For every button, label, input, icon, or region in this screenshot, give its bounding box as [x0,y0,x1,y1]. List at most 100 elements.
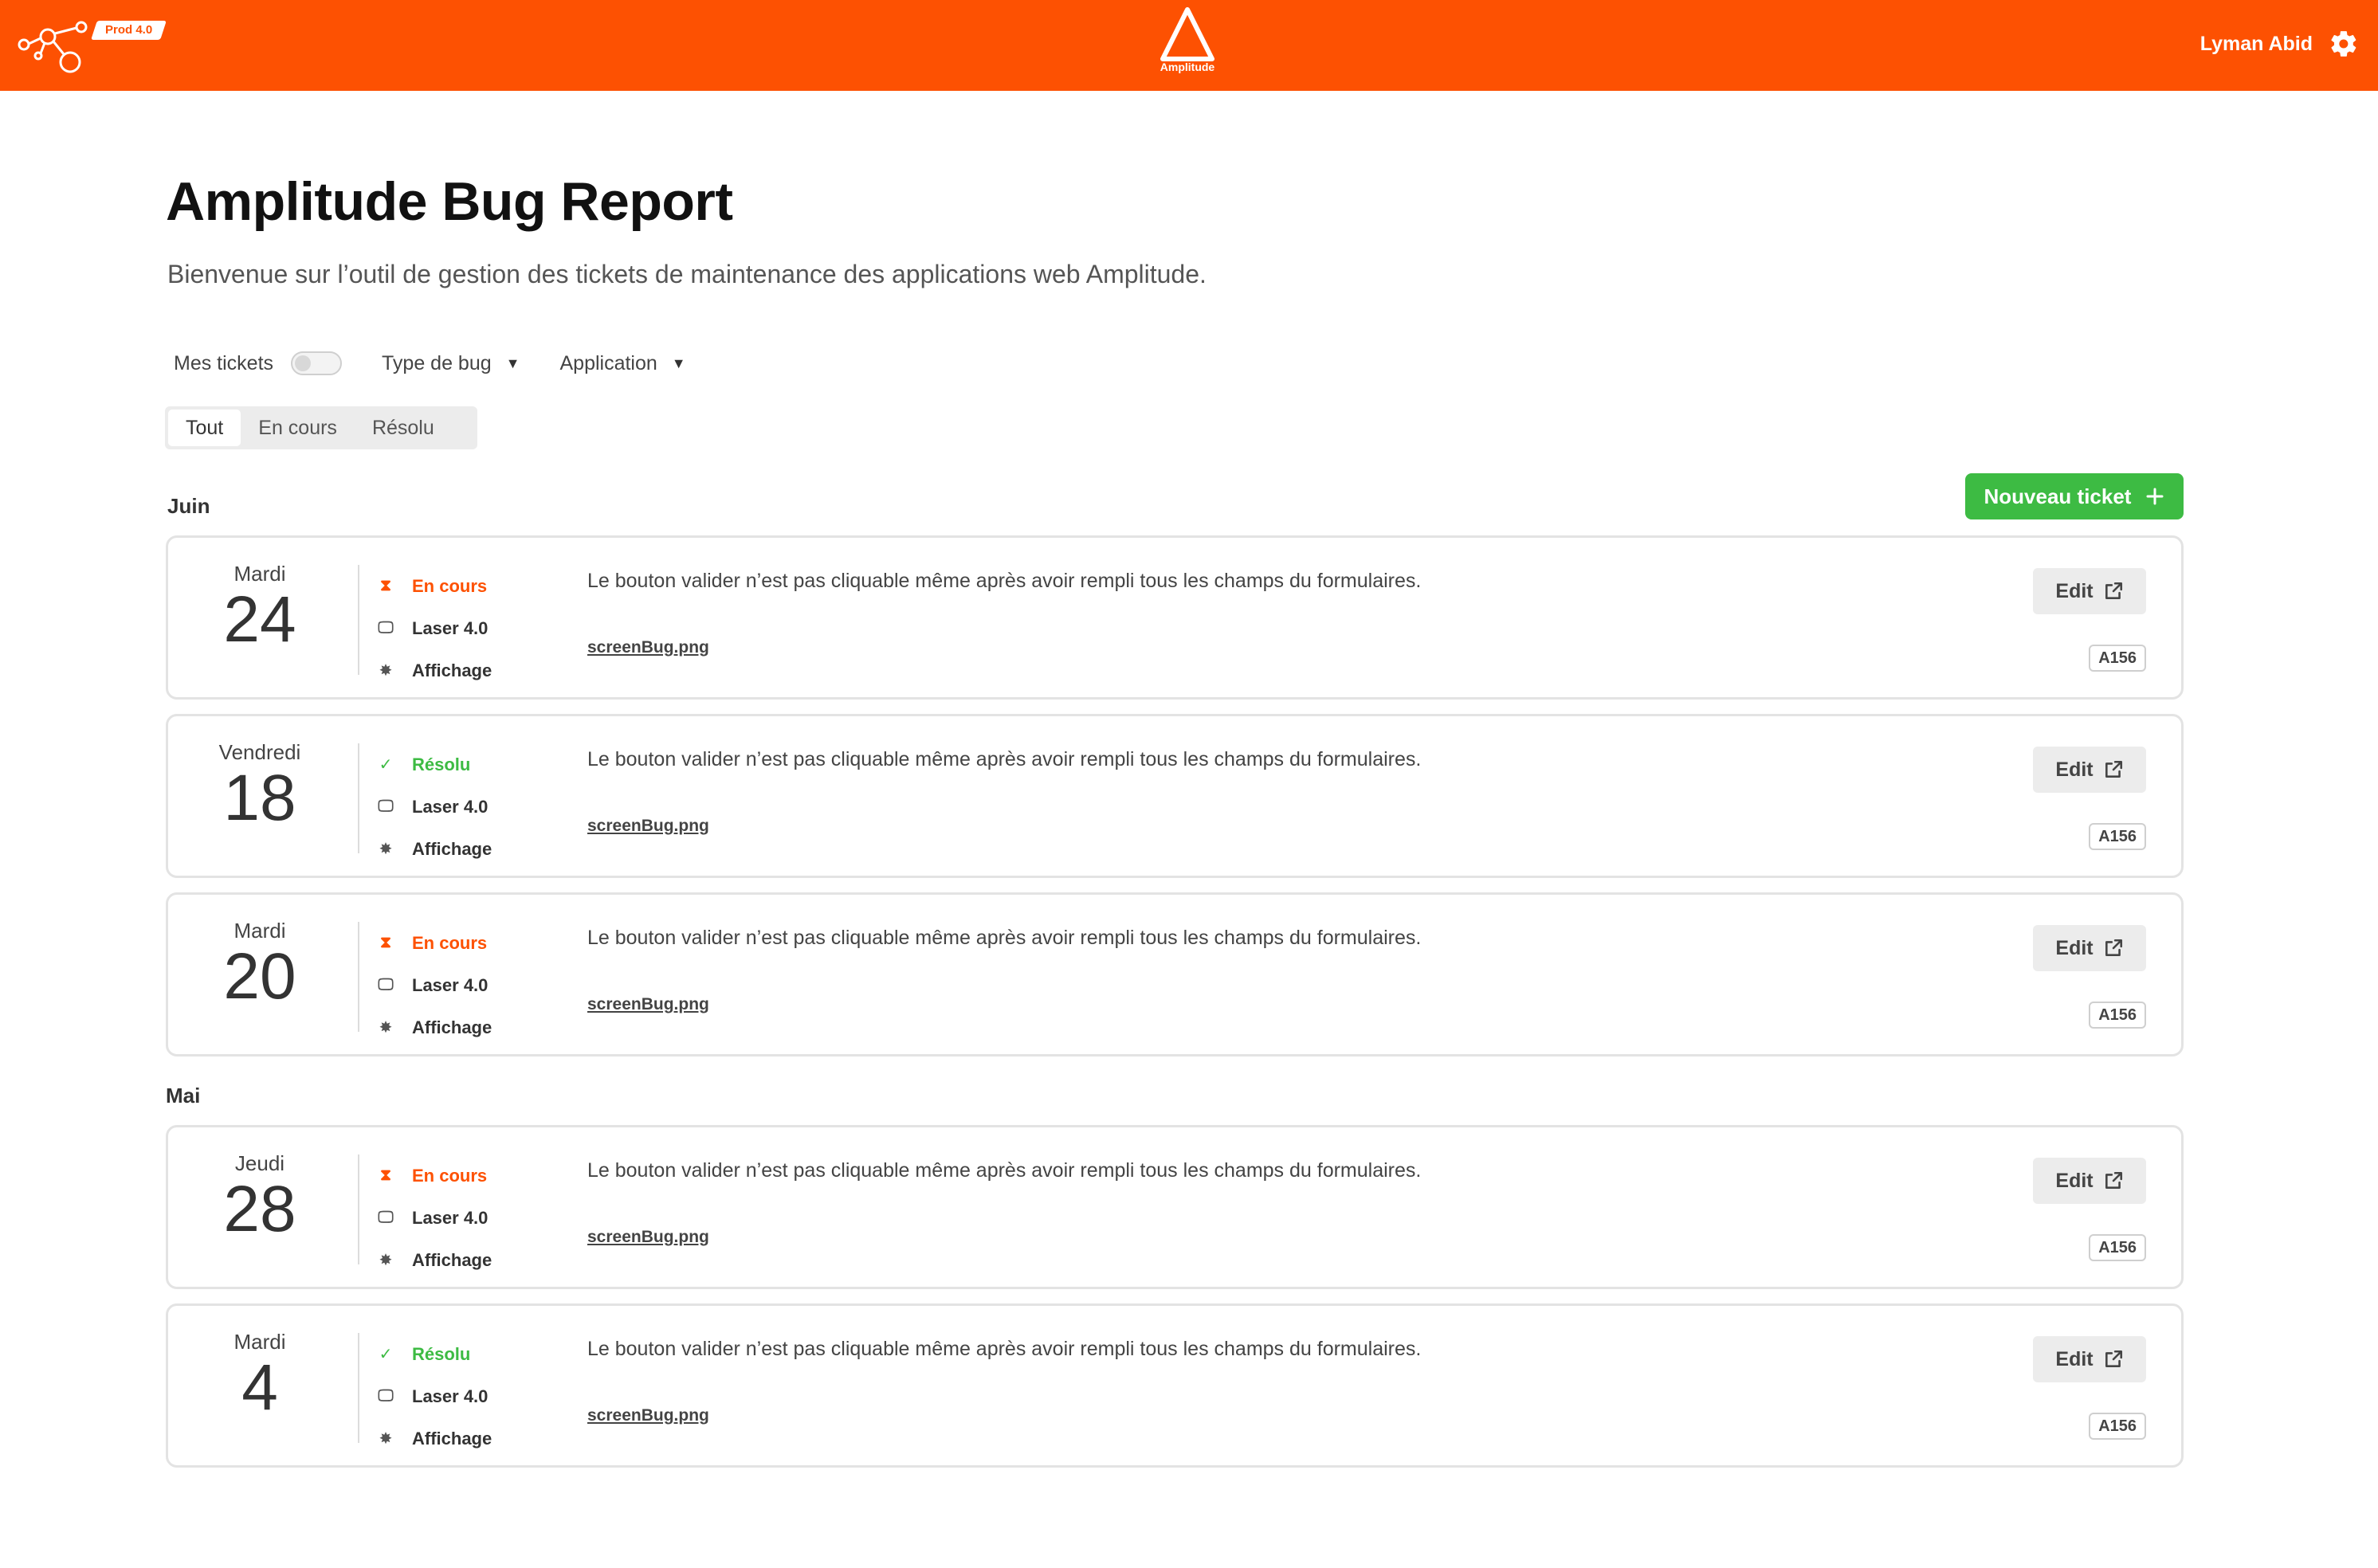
application-label: Application [559,351,657,374]
ticket-date: Mardi 20 [168,895,351,1054]
divider [358,922,359,1032]
ticket-ref-badge: A156 [2089,1413,2146,1440]
ticket-description: Le bouton valider n’est pas cliquable mê… [587,1338,1422,1360]
divider [358,1333,359,1443]
edit-label: Edit [2055,1347,2094,1370]
edit-button[interactable]: Edit [2033,568,2146,614]
attachment-link[interactable]: screenBug.png [587,1228,709,1247]
check-icon: ✓ [379,756,393,774]
hourglass-icon: ⧗ [379,934,392,951]
external-edit-icon [2105,1171,2122,1189]
app-label: Laser 4.0 [412,1386,489,1406]
ticket-description: Le bouton valider n’est pas cliquable mê… [587,1159,1422,1182]
external-edit-icon [2105,760,2122,778]
ticket-date: Mardi 24 [168,538,351,697]
ticket-card[interactable]: Jeudi 28 ⧗ En cours 🖵 Laser 4.0 ✸ Affichage… [166,1125,2184,1289]
ticket-ref-badge: A156 [2089,1234,2146,1261]
ticket-meta: ✓ Résolu 🖵 Laser 4.0 ✸ Affichage [377,743,492,870]
monitor-icon: 🖵 [378,976,394,994]
user-name[interactable]: Lyman Abid [2200,30,2313,57]
bug-icon: ✸ [379,1430,393,1448]
edit-button[interactable]: Edit [2033,1336,2146,1382]
ticket-ref-badge: A156 [2089,645,2146,672]
divider [358,743,359,853]
monitor-icon: 🖵 [378,798,394,815]
ticket-card[interactable]: Mardi 24 ⧗ En cours 🖵 Laser 4.0 ✸ Affichage… [166,535,2184,700]
attachment-link[interactable]: screenBug.png [587,638,709,657]
caret-down-icon: ▼ [505,355,520,371]
attachment-link[interactable]: screenBug.png [587,817,709,836]
app-label: Laser 4.0 [412,1207,489,1228]
ticket-card[interactable]: Vendredi 18 ✓ Résolu 🖵 Laser 4.0 ✸ Affichag… [166,714,2184,878]
day-number: 4 [241,1351,278,1424]
new-ticket-button[interactable]: Nouveau ticket [1965,473,2184,519]
category-label: Affichage [412,1017,492,1037]
category-label: Affichage [412,1428,492,1448]
edit-label: Edit [2055,1169,2094,1192]
brand-label: Amplitude [1160,61,1215,73]
month-heading: Mai [166,1084,201,1107]
my-tickets-label: Mes tickets [174,351,274,374]
page-subtitle: Bienvenue sur l’outil de gestion des tic… [167,260,1207,288]
edit-button[interactable]: Edit [2033,925,2146,971]
day-number: 24 [223,583,296,656]
page-title: Amplitude Bug Report [166,171,733,232]
my-tickets-toggle[interactable] [291,351,343,375]
category-label: Affichage [412,660,492,680]
amplitude-brand[interactable]: Amplitude [1148,6,1227,83]
external-edit-icon [2105,939,2122,956]
gear-icon[interactable] [2329,29,2359,59]
ticket-date: Vendredi 18 [168,716,351,876]
bug-icon: ✸ [379,841,393,858]
network-logo-icon[interactable] [14,18,94,75]
ticket-meta: ⧗ En cours 🖵 Laser 4.0 ✸ Affichage [377,565,492,692]
check-icon: ✓ [379,1346,393,1363]
ticket-date: Mardi 4 [168,1306,351,1465]
monitor-icon: 🖵 [378,1209,394,1226]
caret-down-icon: ▼ [671,355,686,371]
plus-icon [2146,488,2164,505]
app-label: Laser 4.0 [412,796,489,817]
app-label: Laser 4.0 [412,974,489,995]
new-ticket-label: Nouveau ticket [1984,484,2132,508]
environment-badge: Prod 4.0 [91,21,167,40]
category-label: Affichage [412,838,492,859]
ticket-ref-badge: A156 [2089,1002,2146,1029]
bug-icon: ✸ [379,662,393,680]
tab-in-progress[interactable]: En cours [241,410,355,446]
ticket-card[interactable]: Mardi 20 ⧗ En cours 🖵 Laser 4.0 ✸ Affichage… [166,892,2184,1056]
edit-button[interactable]: Edit [2033,747,2146,793]
toggle-knob [295,355,312,371]
tab-resolved[interactable]: Résolu [355,410,452,446]
attachment-link[interactable]: screenBug.png [587,1406,709,1425]
tab-all[interactable]: Tout [168,410,241,446]
divider [358,565,359,675]
month-heading: Juin [167,494,210,518]
ticket-card[interactable]: Mardi 4 ✓ Résolu 🖵 Laser 4.0 ✸ Affichage Le… [166,1303,2184,1468]
hourglass-icon: ⧗ [379,1166,392,1184]
bug-icon: ✸ [379,1019,393,1037]
amplitude-logo-icon [1160,7,1215,61]
day-number: 28 [223,1173,296,1245]
day-number: 20 [223,940,296,1013]
ticket-date: Jeudi 28 [168,1127,351,1287]
edit-button[interactable]: Edit [2033,1158,2146,1204]
top-bar: Prod 4.0 Amplitude Lyman Abid [0,0,2378,91]
status-label: En cours [412,932,488,953]
category-label: Affichage [412,1249,492,1270]
ticket-meta: ⧗ En cours 🖵 Laser 4.0 ✸ Affichage [377,1154,492,1281]
monitor-icon: 🖵 [378,1387,394,1405]
bug-type-label: Type de bug [382,351,492,374]
edit-label: Edit [2055,758,2094,781]
bug-type-dropdown[interactable]: Type de bug ▼ [382,352,520,375]
edit-label: Edit [2055,579,2094,602]
edit-label: Edit [2055,936,2094,959]
hourglass-icon: ⧗ [379,577,392,594]
ticket-meta: ⧗ En cours 🖵 Laser 4.0 ✸ Affichage [377,922,492,1049]
ticket-description: Le bouton valider n’est pas cliquable mê… [587,570,1422,592]
status-label: Résolu [412,1343,471,1364]
external-edit-icon [2105,582,2122,599]
application-dropdown[interactable]: Application ▼ [559,352,685,375]
filter-bar: Mes tickets Type de bug ▼ Application ▼ [174,347,686,379]
attachment-link[interactable]: screenBug.png [587,995,709,1014]
